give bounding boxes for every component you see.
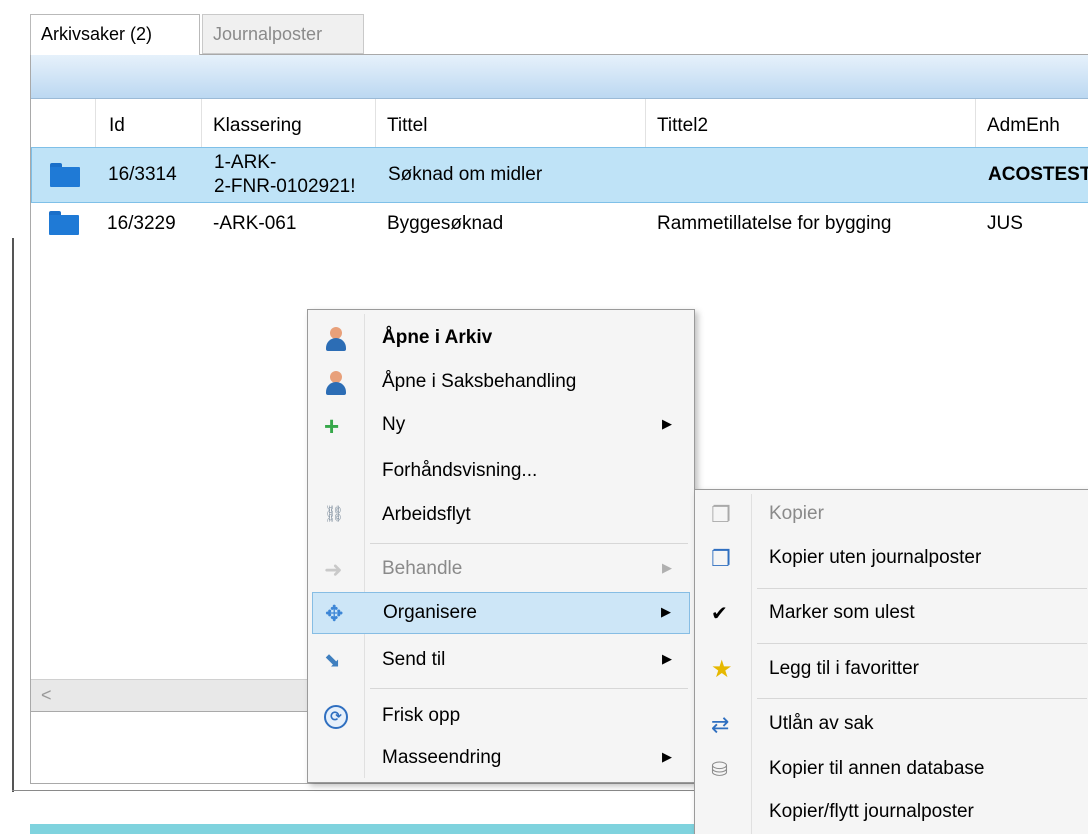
column-separator: [95, 99, 96, 149]
table-row[interactable]: 16/3229 -ARK-061 Byggesøknad Rammetillat…: [31, 203, 1088, 247]
column-separator: [375, 99, 376, 149]
menu-item-organisere[interactable]: ✥ Organisere ▶: [312, 592, 690, 634]
menu-item-utlan-av-sak[interactable]: ⇄ Utlån av sak: [699, 704, 1088, 746]
grid-toolbar: [31, 55, 1088, 99]
arrow-icon: ➜: [324, 557, 343, 582]
column-separator: [645, 99, 646, 149]
menu-item-kopier[interactable]: ❐ Kopier: [699, 494, 1088, 536]
column-header-klassering[interactable]: Klassering: [213, 115, 302, 137]
move-icon: ✥: [325, 601, 344, 626]
column-separator: [975, 99, 976, 149]
star-icon: ★: [711, 656, 733, 683]
menu-item-label: Legg til i favoritter: [769, 658, 919, 679]
menu-separator: [757, 698, 1087, 699]
cell-id: 16/3314: [108, 164, 177, 185]
column-separator: [201, 99, 202, 149]
plus-icon: +: [324, 411, 340, 441]
scroll-left-icon[interactable]: <: [41, 685, 52, 706]
menu-item-label: Åpne i Arkiv: [382, 327, 493, 348]
menu-item-label: Marker som ulest: [769, 602, 915, 623]
database-icon: ⛁: [711, 759, 728, 781]
send-icon: ⬊: [324, 650, 341, 672]
menu-item-label: Kopier: [769, 503, 824, 524]
person-icon: [324, 371, 348, 395]
submenu-arrow-icon: ▶: [662, 749, 672, 764]
menu-item-label: Utlån av sak: [769, 713, 874, 734]
context-menu: Åpne i Arkiv Åpne i Saksbehandling + Ny …: [307, 309, 695, 783]
check-icon: ✔: [711, 603, 728, 625]
submenu-arrow-icon: ▶: [662, 651, 672, 666]
refresh-icon: ⟳: [324, 705, 348, 729]
menu-item-kopier-uten-journalposter[interactable]: ❐ Kopier uten journalposter: [699, 538, 1088, 580]
menu-item-label: Åpne i Saksbehandling: [382, 371, 577, 392]
submenu-arrow-icon: ▶: [661, 604, 671, 619]
table-row[interactable]: 16/3314 1-ARK- 2-FNR-0102921! Søknad om …: [31, 147, 1088, 203]
menu-separator: [370, 543, 688, 544]
menu-item-label: Kopier/flytt journalposter: [769, 801, 974, 822]
cell-admenh: ACOSTEST: [988, 164, 1088, 185]
copy-without-journal-icon: ❐: [711, 546, 731, 571]
workflow-icon: ⛓: [324, 506, 345, 523]
menu-item-apne-i-arkiv[interactable]: Åpne i Arkiv: [312, 318, 690, 360]
menu-item-label: Behandle: [382, 558, 463, 579]
cell-klassering-line1: 1-ARK-: [214, 152, 277, 173]
menu-item-label: Ny: [382, 414, 406, 435]
menu-item-label: Masseendring: [382, 747, 502, 768]
cell-klassering: -ARK-061: [213, 213, 297, 234]
menu-item-label: Forhåndsvisning...: [382, 460, 538, 481]
column-header-tittel[interactable]: Tittel: [387, 115, 427, 137]
menu-item-label: Organisere: [383, 602, 477, 623]
menu-item-label: Kopier uten journalposter: [769, 547, 982, 568]
menu-separator: [757, 643, 1087, 644]
menu-item-arbeidsflyt[interactable]: ⛓ Arbeidsflyt: [312, 495, 690, 537]
menu-item-masseendring[interactable]: Masseendring ▶: [312, 738, 690, 780]
cell-tittel: Byggesøknad: [387, 213, 504, 234]
menu-item-apne-i-saksbehandling[interactable]: Åpne i Saksbehandling: [312, 362, 690, 404]
cell-admenh: JUS: [987, 213, 1023, 234]
cell-tittel2: Rammetillatelse for bygging: [657, 213, 892, 234]
tab-arkivsaker[interactable]: Arkivsaker (2): [30, 14, 200, 55]
menu-separator: [370, 688, 688, 689]
menu-item-kopier-flytt-journalposter[interactable]: Kopier/flytt journalposter: [699, 792, 1088, 834]
copy-icon: ❐: [711, 502, 731, 527]
column-header-admenh[interactable]: AdmEnh: [987, 115, 1060, 137]
swap-icon: ⇄: [711, 712, 730, 737]
submenu-arrow-icon: ▶: [662, 560, 672, 575]
menu-item-legg-til-i-favoritter[interactable]: ★ Legg til i favoritter: [699, 649, 1088, 691]
menu-item-label: Send til: [382, 649, 446, 670]
menu-item-label: Frisk opp: [382, 705, 461, 726]
menu-separator: [757, 588, 1087, 589]
column-header-row: Id Klassering Tittel Tittel2 AdmEnh: [31, 99, 1088, 149]
menu-item-ny[interactable]: + Ny ▶: [312, 405, 690, 447]
divider: [31, 711, 331, 712]
menu-item-marker-som-ulest[interactable]: ✔ Marker som ulest: [699, 593, 1088, 635]
menu-item-send-til[interactable]: ⬊ Send til ▶: [312, 640, 690, 682]
cell-id: 16/3229: [107, 213, 176, 234]
organisere-submenu: ❐ Kopier ❐ Kopier uten journalposter ✔ M…: [694, 489, 1088, 834]
cell-klassering-line2: 2-FNR-0102921!: [214, 176, 356, 197]
menu-item-label: Arbeidsflyt: [382, 504, 471, 525]
menu-item-label: Kopier til annen database: [769, 758, 985, 779]
person-icon: [324, 327, 348, 351]
cell-tittel: Søknad om midler: [388, 164, 543, 185]
menu-item-kopier-til-annen-database[interactable]: ⛁ Kopier til annen database: [699, 749, 1088, 791]
menu-item-frisk-opp[interactable]: ⟳ Frisk opp: [312, 696, 690, 738]
folder-icon: [49, 211, 79, 235]
horizontal-scrollbar[interactable]: <: [31, 679, 331, 711]
submenu-arrow-icon: ▶: [662, 416, 672, 431]
menu-item-behandle[interactable]: ➜ Behandle ▶: [312, 549, 690, 591]
folder-icon: [50, 163, 80, 187]
column-header-id[interactable]: Id: [109, 115, 125, 137]
left-border-line: [12, 238, 14, 792]
menu-item-forhandsvisning[interactable]: Forhåndsvisning...: [312, 451, 690, 493]
tab-journalposter[interactable]: Journalposter: [202, 14, 364, 54]
column-header-tittel2[interactable]: Tittel2: [657, 115, 708, 137]
